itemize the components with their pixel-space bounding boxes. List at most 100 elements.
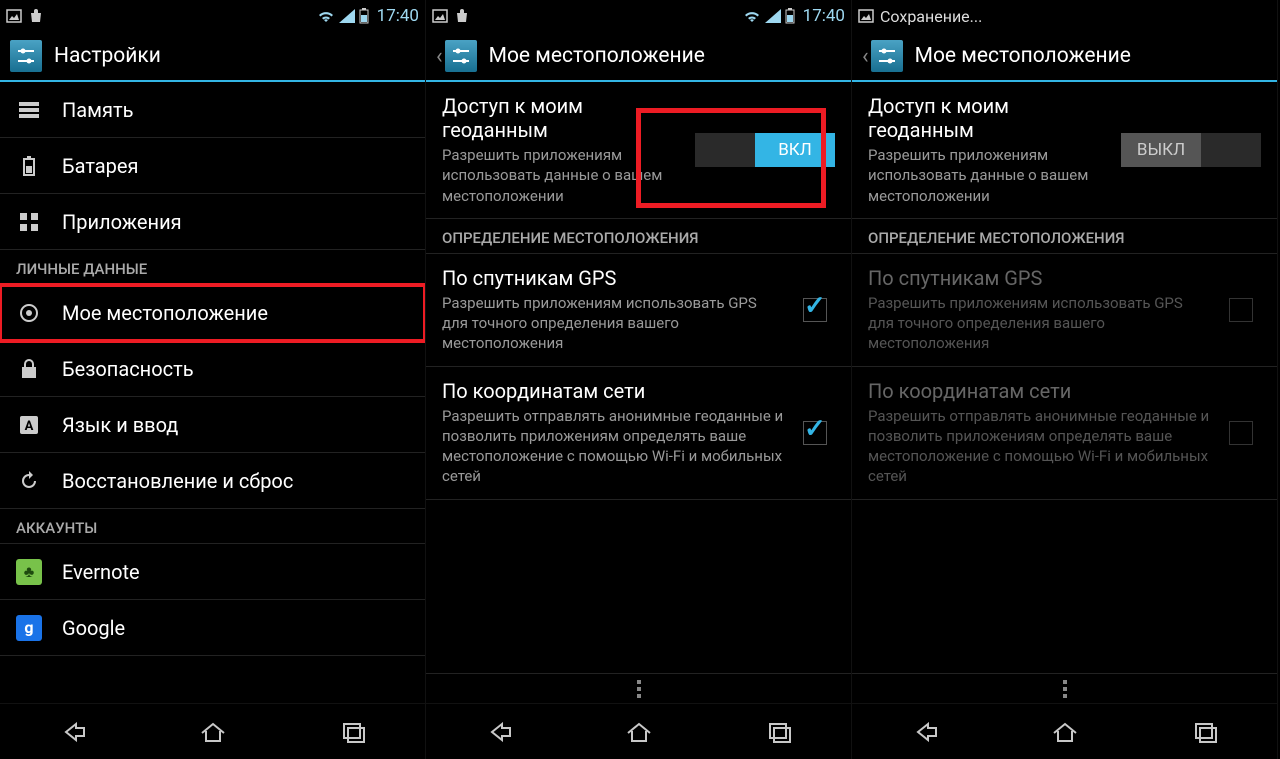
back-chevron-icon: ‹	[436, 44, 443, 69]
item-label: Google	[62, 616, 125, 640]
item-label: Память	[62, 98, 133, 122]
item-battery[interactable]: Батарея	[0, 138, 425, 194]
nav-back[interactable]	[426, 704, 568, 759]
pref-summary: Разрешить отправлять анонимные геоданные…	[868, 406, 1211, 487]
item-label: Evernote	[62, 560, 140, 584]
pref-summary: Разрешить отправлять анонимные геоданные…	[442, 406, 785, 487]
restore-icon	[16, 471, 42, 491]
google-icon: g	[16, 615, 42, 641]
status-time: 17:40	[377, 6, 419, 26]
battery-icon	[785, 8, 795, 24]
gallery-icon	[6, 8, 22, 24]
panel-location-on: 17:40 ‹ Мое местоположение Доступ к моим…	[426, 0, 852, 759]
nav-back[interactable]	[0, 704, 142, 759]
wifi-icon	[743, 9, 761, 23]
item-evernote[interactable]: ♣ Evernote	[0, 544, 425, 600]
item-apps[interactable]: Приложения	[0, 194, 425, 250]
pref-title: По спутникам GPS	[442, 266, 785, 290]
item-label: Безопасность	[62, 357, 194, 381]
pref-title: Доступ к моим геоданным	[442, 94, 685, 142]
saving-text: Сохранение...	[880, 7, 982, 26]
pref-access[interactable]: Доступ к моим геоданным Разрешить прилож…	[426, 82, 851, 219]
item-backup[interactable]: Восстановление и сброс	[0, 453, 425, 509]
settings-sliders-icon	[10, 40, 42, 72]
language-icon: A	[16, 415, 42, 435]
nav-recent[interactable]	[709, 704, 851, 759]
checkbox-gps[interactable]	[803, 298, 827, 322]
status-bar: 17:40	[0, 0, 425, 32]
apps-icon	[16, 212, 42, 232]
page-title: Мое местоположение	[489, 44, 705, 68]
pref-access[interactable]: Доступ к моим геоданным Разрешить прилож…	[852, 82, 1277, 219]
checkbox-gps	[1229, 298, 1253, 322]
pref-summary: Разрешить приложениям использовать данны…	[442, 145, 685, 206]
signal-icon	[765, 9, 781, 23]
status-bar: Сохранение...	[852, 0, 1277, 32]
item-label: Приложения	[62, 210, 182, 234]
evernote-icon: ♣	[16, 559, 42, 585]
item-label: Восстановление и сброс	[62, 469, 293, 493]
action-bar: Настройки	[0, 32, 425, 82]
nav-bar	[852, 703, 1277, 759]
section-accounts: АККАУНТЫ	[0, 509, 425, 544]
toggle-access[interactable]: ВЫКЛ	[1121, 133, 1261, 167]
settings-list: Память Батарея Приложения ЛИЧНЫЕ ДАННЫЕ …	[0, 82, 425, 703]
pref-title: По спутникам GPS	[868, 266, 1211, 290]
nav-recent[interactable]	[283, 704, 425, 759]
item-language[interactable]: A Язык и ввод	[0, 397, 425, 453]
checkbox-net[interactable]	[803, 421, 827, 445]
panel-settings: 17:40 Настройки Память Батарея Приложени…	[0, 0, 426, 759]
settings-sliders-icon	[871, 40, 903, 72]
nav-home[interactable]	[568, 704, 710, 759]
action-bar[interactable]: ‹ Мое местоположение	[852, 32, 1277, 82]
wifi-icon	[317, 9, 335, 23]
pref-gps: По спутникам GPS Разрешить приложениям и…	[852, 254, 1277, 367]
item-location[interactable]: Мое местоположение	[0, 285, 425, 341]
pref-gps[interactable]: По спутникам GPS Разрешить приложениям и…	[426, 254, 851, 367]
battery-icon	[16, 156, 42, 176]
svg-text:A: A	[25, 419, 34, 434]
checkbox-net	[1229, 421, 1253, 445]
gallery-icon	[432, 8, 448, 24]
back-chevron-icon: ‹	[862, 44, 869, 69]
pref-title: По координатам сети	[868, 379, 1211, 403]
location-prefs: Доступ к моим геоданным Разрешить прилож…	[852, 82, 1277, 673]
section-sources: ОПРЕДЕЛЕНИЕ МЕСТОПОЛОЖЕНИЯ	[426, 219, 851, 254]
pref-summary: Разрешить приложениям использовать GPS д…	[442, 293, 785, 354]
toggle-label: ВКЛ	[755, 133, 835, 167]
location-icon	[16, 303, 42, 323]
settings-sliders-icon	[445, 40, 477, 72]
item-label: Батарея	[62, 154, 138, 178]
overflow-menu[interactable]	[426, 673, 851, 703]
toggle-access[interactable]: ВКЛ	[695, 133, 835, 167]
pref-net[interactable]: По координатам сети Разрешить отправлять…	[426, 367, 851, 500]
location-prefs: Доступ к моим геоданным Разрешить прилож…	[426, 82, 851, 673]
item-label: Мое местоположение	[62, 301, 268, 325]
item-label: Язык и ввод	[62, 413, 178, 437]
section-personal: ЛИЧНЫЕ ДАННЫЕ	[0, 250, 425, 285]
section-sources: ОПРЕДЕЛЕНИЕ МЕСТОПОЛОЖЕНИЯ	[852, 219, 1277, 254]
page-title: Настройки	[54, 44, 161, 68]
nav-bar	[0, 703, 425, 759]
bag-icon	[28, 8, 44, 24]
item-memory[interactable]: Память	[0, 82, 425, 138]
status-bar: 17:40	[426, 0, 851, 32]
nav-bar	[426, 703, 851, 759]
nav-recent[interactable]	[1135, 704, 1277, 759]
pref-title: По координатам сети	[442, 379, 785, 403]
nav-back[interactable]	[852, 704, 994, 759]
pref-net: По координатам сети Разрешить отправлять…	[852, 367, 1277, 500]
storage-icon	[16, 101, 42, 119]
nav-home[interactable]	[994, 704, 1136, 759]
overflow-menu[interactable]	[852, 673, 1277, 703]
nav-home[interactable]	[142, 704, 284, 759]
signal-icon	[339, 9, 355, 23]
item-security[interactable]: Безопасность	[0, 341, 425, 397]
pref-title: Доступ к моим геоданным	[868, 94, 1111, 142]
action-bar[interactable]: ‹ Мое местоположение	[426, 32, 851, 82]
battery-icon	[359, 8, 369, 24]
item-google[interactable]: g Google	[0, 600, 425, 656]
bag-icon	[454, 8, 470, 24]
status-time: 17:40	[803, 6, 845, 26]
pref-summary: Разрешить приложениям использовать данны…	[868, 145, 1111, 206]
